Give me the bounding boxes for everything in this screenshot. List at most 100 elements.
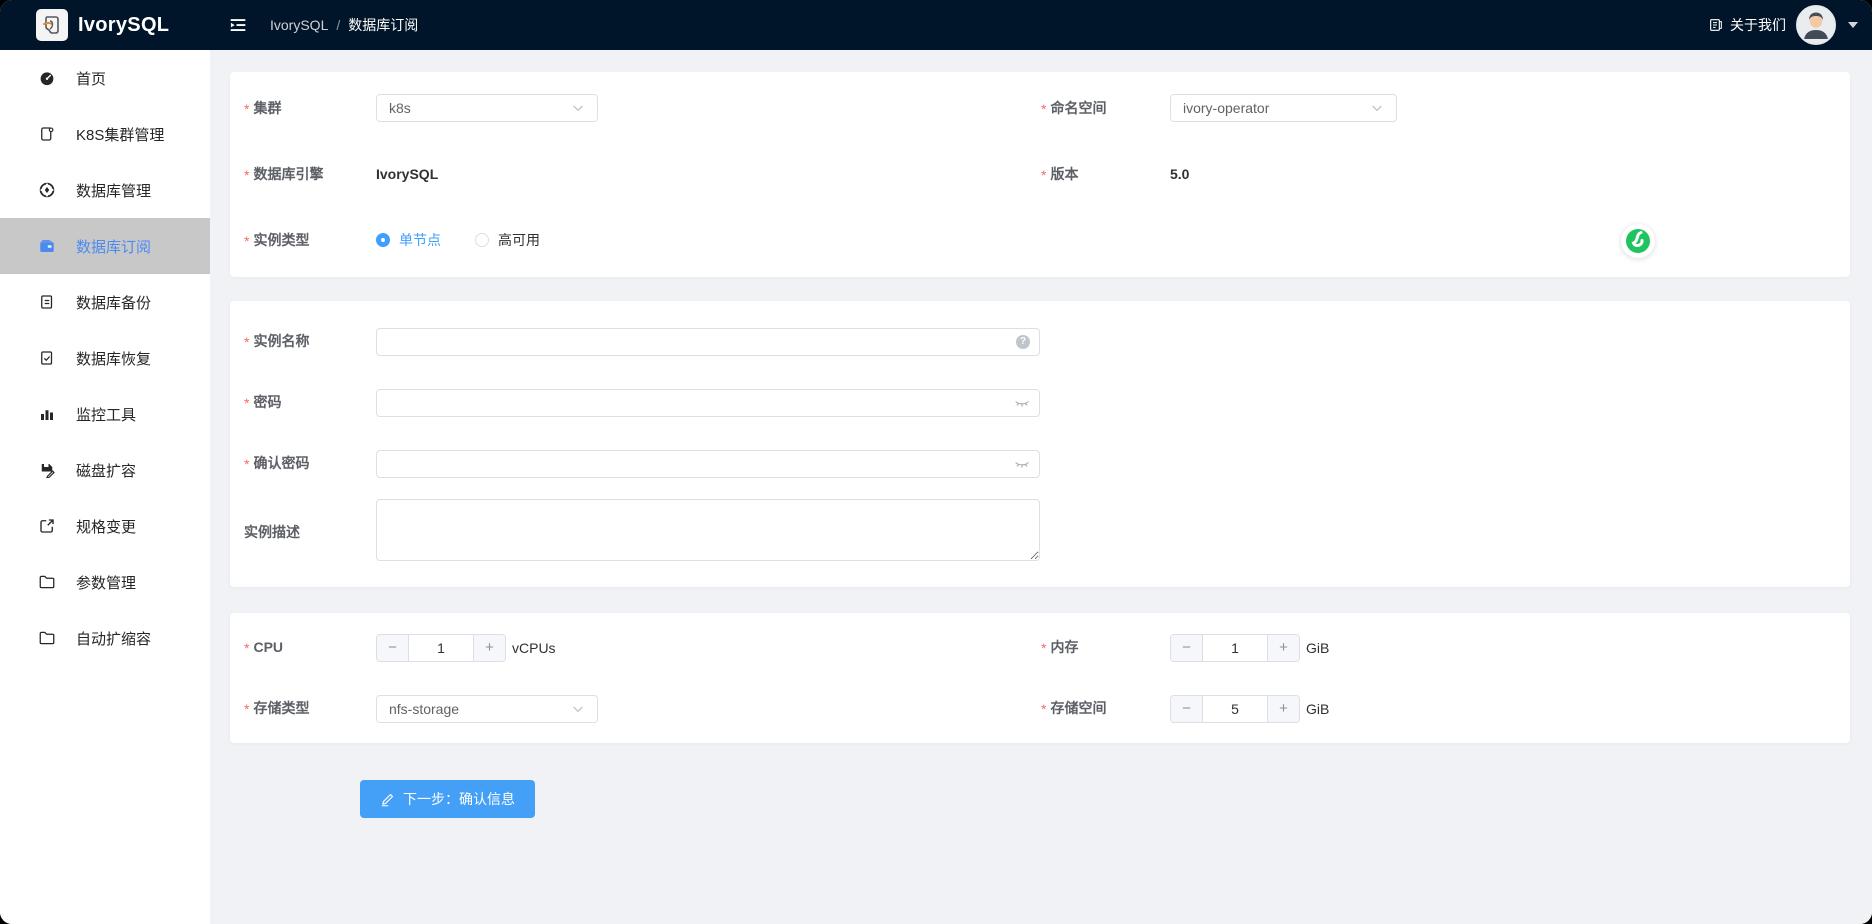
form-row-instance-type: 实例类型 单节点 高可用 <box>230 207 1850 273</box>
eye-closed-icon[interactable] <box>1014 395 1030 411</box>
sidebar-item-label: 数据库管理 <box>76 180 151 201</box>
sidebar-item-parameter-manage[interactable]: 参数管理 <box>0 554 210 610</box>
sidebar-item-label: 参数管理 <box>76 572 136 593</box>
database-subscription-icon <box>38 237 56 255</box>
storage-size-input[interactable] <box>1203 696 1267 722</box>
storage-size-label: 存储空间 <box>1041 700 1170 717</box>
eye-closed-icon[interactable] <box>1014 456 1030 472</box>
password-input[interactable] <box>377 390 1039 416</box>
engine-value: IvorySQL <box>376 166 1041 182</box>
parameter-manage-icon <box>38 573 56 591</box>
chevron-down-icon <box>571 101 585 115</box>
sidebar-item-database-backup[interactable]: 数据库备份 <box>0 274 210 330</box>
instance-name-field: ? <box>376 328 1040 356</box>
storage-size-unit: GiB <box>1306 701 1329 717</box>
instance-type-radio-group: 单节点 高可用 <box>376 230 1041 250</box>
instance-name-input[interactable] <box>377 329 1039 355</box>
breadcrumb: IvorySQL / 数据库订阅 <box>270 15 418 35</box>
breadcrumb-root[interactable]: IvorySQL <box>270 17 328 33</box>
main-content: 集群 k8s 命名空间 ivory-operator 数据库引擎 <box>210 50 1872 924</box>
autoscale-icon <box>38 629 56 647</box>
storage-type-select[interactable]: nfs-storage <box>376 695 598 723</box>
edit-pencil-icon <box>380 792 395 807</box>
sidebar-item-label: 数据库恢复 <box>76 348 151 369</box>
sidebar-item-k8s-cluster[interactable]: K8S集群管理 <box>0 106 210 162</box>
radio-high-availability[interactable]: 高可用 <box>475 230 540 250</box>
next-step-button[interactable]: 下一步：确认信息 <box>360 780 535 818</box>
sidebar-item-label: 自动扩缩容 <box>76 628 151 649</box>
sidebar-nav: 首页 K8S集群管理 数据库管理 数据库订阅 数据库备份 <box>0 50 210 924</box>
radio-dot-icon <box>475 233 489 247</box>
sidebar-item-database-manage[interactable]: 数据库管理 <box>0 162 210 218</box>
database-restore-icon <box>38 349 56 367</box>
cpu-input[interactable] <box>409 635 473 661</box>
memory-increase-button[interactable]: + <box>1267 635 1299 661</box>
radio-single-node[interactable]: 单节点 <box>376 230 441 250</box>
sidebar-item-home[interactable]: 首页 <box>0 50 210 106</box>
sidebar-fold-icon[interactable] <box>228 15 248 35</box>
chevron-down-icon <box>571 702 585 716</box>
password-field <box>376 389 1040 417</box>
sidebar-item-spec-change[interactable]: 规格变更 <box>0 498 210 554</box>
storage-decrease-button[interactable]: − <box>1171 696 1203 722</box>
green-swirl-icon <box>1625 228 1651 254</box>
sidebar-item-label: 数据库订阅 <box>76 236 151 257</box>
sidebar-item-database-restore[interactable]: 数据库恢复 <box>0 330 210 386</box>
cpu-unit: vCPUs <box>512 640 556 656</box>
user-avatar[interactable] <box>1796 5 1836 45</box>
k8s-cluster-icon <box>38 125 56 143</box>
namespace-select[interactable]: ivory-operator <box>1170 94 1397 122</box>
cpu-increase-button[interactable]: + <box>473 635 505 661</box>
about-us-icon <box>1708 17 1724 33</box>
sidebar-item-label: 规格变更 <box>76 516 136 537</box>
cluster-select[interactable]: k8s <box>376 94 598 122</box>
instance-name-label: 实例名称 <box>244 333 376 350</box>
engine-label: 数据库引擎 <box>244 166 376 183</box>
sidebar-item-label: 磁盘扩容 <box>76 460 136 481</box>
chevron-down-icon <box>1370 101 1384 115</box>
version-value: 5.0 <box>1170 166 1850 182</box>
top-header: IvorySQL IvorySQL / 数据库订阅 关于我们 <box>0 0 1872 50</box>
sidebar-item-label: 监控工具 <box>76 404 136 425</box>
sidebar-item-label: 首页 <box>76 68 106 89</box>
about-us-label: 关于我们 <box>1730 15 1786 35</box>
form-row-engine-version: 数据库引擎 IvorySQL 版本 5.0 <box>230 141 1850 207</box>
storage-size-stepper: − + GiB <box>1170 695 1850 723</box>
memory-input[interactable] <box>1203 635 1267 661</box>
sidebar-item-label: K8S集群管理 <box>76 124 164 145</box>
cluster-label: 集群 <box>244 100 376 117</box>
form-row-cluster-namespace: 集群 k8s 命名空间 ivory-operator <box>230 75 1850 141</box>
disk-expand-icon <box>38 461 56 479</box>
form-row-confirm-password: 确认密码 <box>230 433 1850 494</box>
form-row-storage: 存储类型 nfs-storage 存储空间 − + GiB <box>230 678 1850 739</box>
memory-decrease-button[interactable]: − <box>1171 635 1203 661</box>
sidebar-item-database-subscription[interactable]: 数据库订阅 <box>0 218 210 274</box>
description-label: 实例描述 <box>244 524 376 541</box>
instance-detail-card: 实例名称 ? 密码 <box>230 301 1850 587</box>
breadcrumb-separator: / <box>336 17 340 33</box>
help-icon[interactable]: ? <box>1016 335 1030 349</box>
version-label: 版本 <box>1041 166 1170 183</box>
cpu-decrease-button[interactable]: − <box>377 635 409 661</box>
confirm-password-label: 确认密码 <box>244 455 376 472</box>
radio-single-node-label: 单节点 <box>399 230 441 250</box>
sidebar-item-disk-expand[interactable]: 磁盘扩容 <box>0 442 210 498</box>
storage-increase-button[interactable]: + <box>1267 696 1299 722</box>
confirm-password-input[interactable] <box>377 451 1039 477</box>
radio-high-availability-label: 高可用 <box>498 230 540 250</box>
storage-type-label: 存储类型 <box>244 700 376 717</box>
form-row-description: 实例描述 <box>230 494 1850 570</box>
confirm-password-field <box>376 450 1040 478</box>
home-dashboard-icon <box>38 69 56 87</box>
header-right: 关于我们 <box>1708 5 1872 45</box>
sidebar-item-monitor-tools[interactable]: 监控工具 <box>0 386 210 442</box>
password-label: 密码 <box>244 394 376 411</box>
description-textarea[interactable] <box>376 499 1040 561</box>
form-row-password: 密码 <box>230 372 1850 433</box>
floating-support-badge[interactable] <box>1621 224 1655 258</box>
namespace-select-value: ivory-operator <box>1183 100 1269 116</box>
resource-card: CPU − + vCPUs 内存 − + GiB <box>230 613 1850 743</box>
about-us-link[interactable]: 关于我们 <box>1708 15 1786 35</box>
avatar-dropdown-caret-icon[interactable] <box>1848 22 1858 28</box>
sidebar-item-autoscale[interactable]: 自动扩缩容 <box>0 610 210 666</box>
